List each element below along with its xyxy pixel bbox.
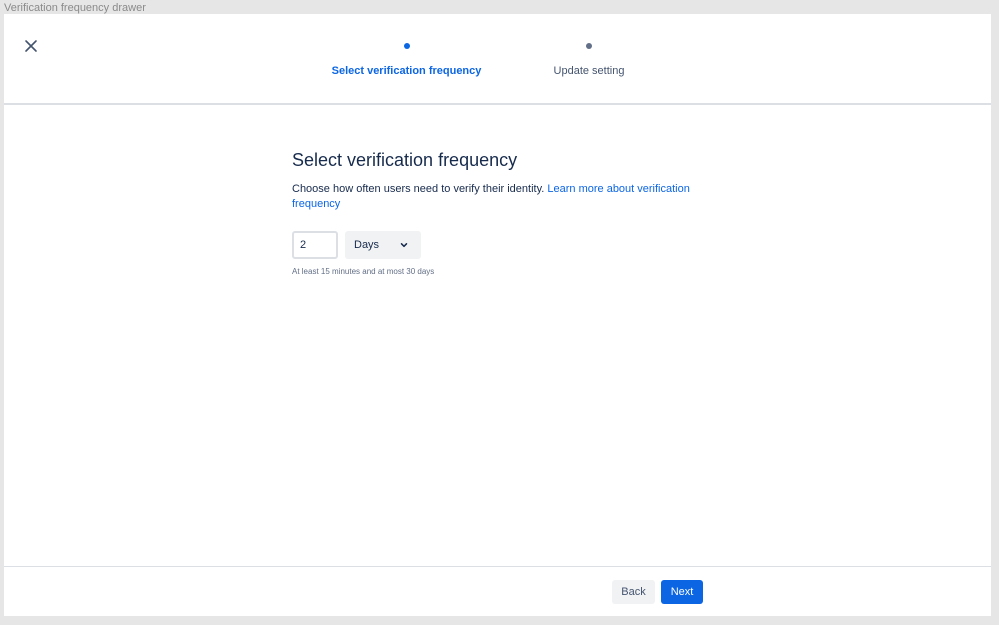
description-text: Choose how often users need to verify th… [292, 183, 545, 195]
close-icon [25, 40, 37, 52]
next-button[interactable]: Next [661, 580, 703, 604]
close-button[interactable] [21, 36, 41, 56]
frequency-value-input[interactable] [292, 231, 338, 259]
frequency-hint: At least 15 minutes and at most 30 days [292, 267, 435, 276]
frame-title: Verification frequency drawer [4, 2, 146, 14]
description: Choose how often users need to verify th… [292, 182, 712, 212]
step-label: Select verification frequency [331, 65, 482, 77]
back-button[interactable]: Back [612, 580, 655, 604]
step-label: Update setting [553, 65, 625, 77]
page-title: Select verification frequency [292, 150, 518, 170]
drawer-footer: Back Next [4, 566, 991, 617]
unit-selected-value: Days [354, 239, 380, 251]
step-upcoming-dot-icon [586, 43, 592, 49]
verification-frequency-drawer: Select verification frequency Update set… [4, 14, 991, 616]
chevron-down-icon [400, 243, 408, 248]
frequency-controls: Days [292, 231, 712, 259]
step-content: Select verification frequency Choose how… [292, 148, 712, 277]
step-current-dot-icon [404, 43, 410, 49]
frequency-unit-select[interactable]: Days [345, 231, 421, 259]
drawer-header: Select verification frequency Update set… [4, 14, 991, 105]
